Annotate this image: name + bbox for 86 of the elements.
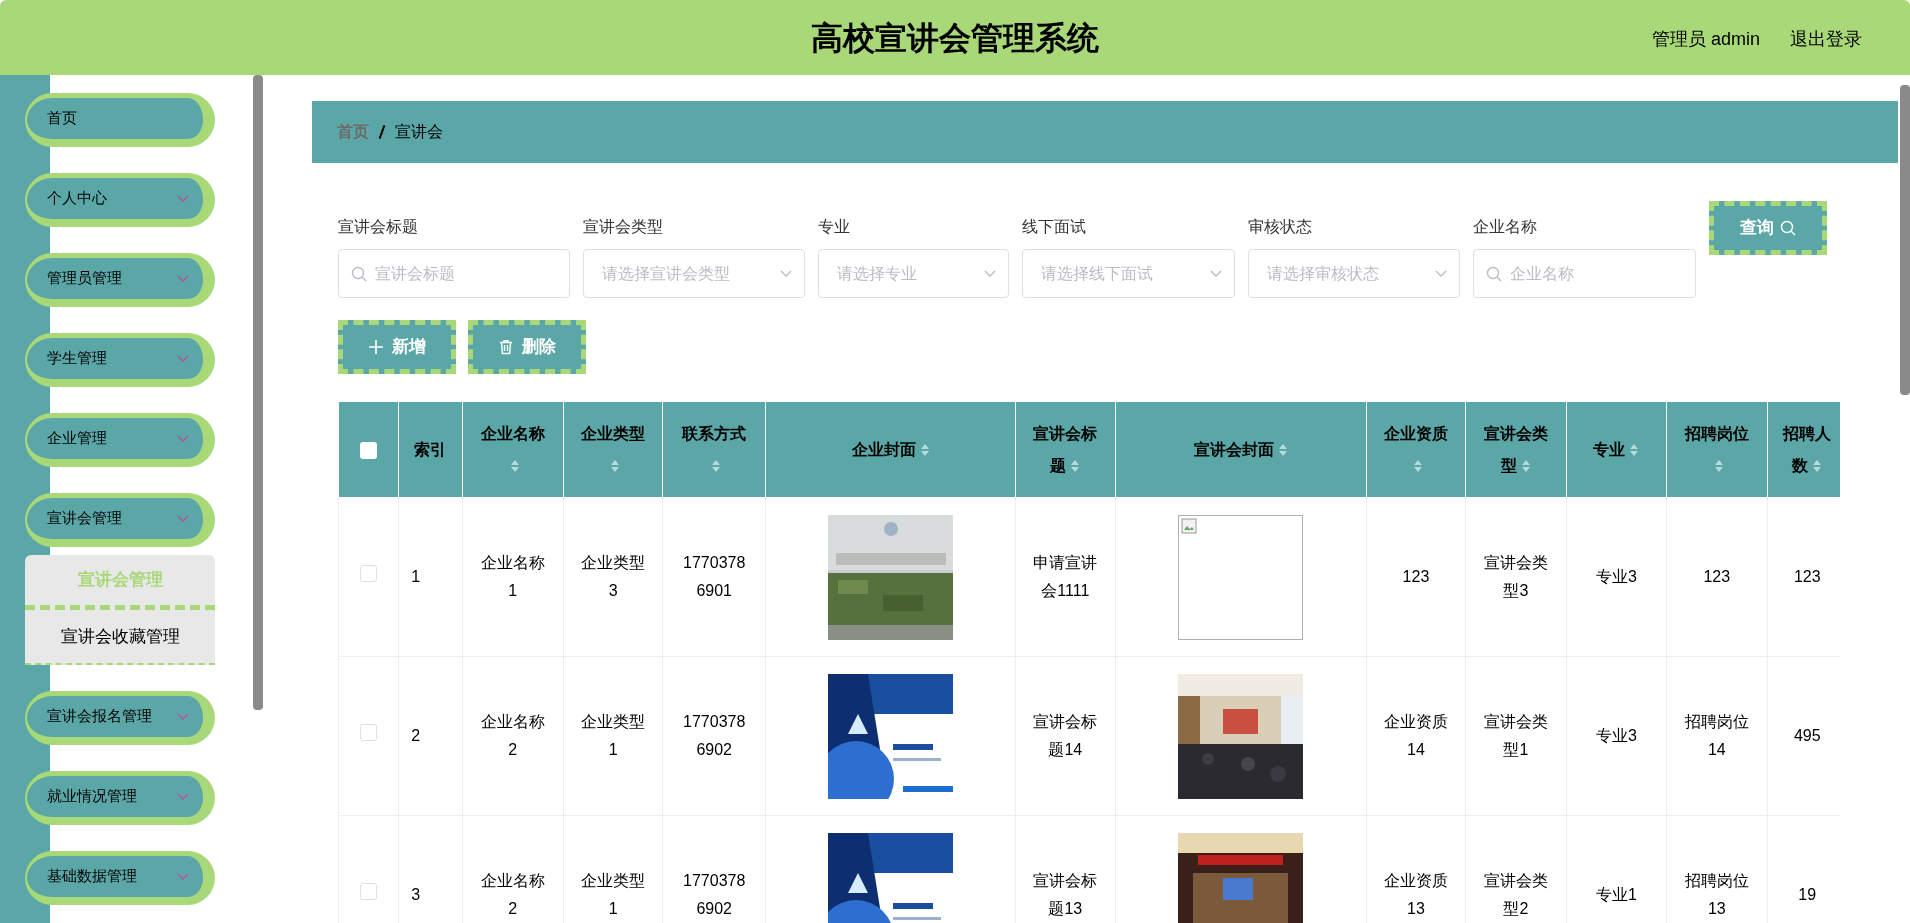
menu-item[interactable]: 就业情况管理 bbox=[25, 771, 215, 825]
sort-icon[interactable] bbox=[509, 459, 520, 474]
column-header[interactable]: 宣讲会类型 bbox=[1465, 401, 1567, 498]
checkbox[interactable] bbox=[360, 565, 378, 582]
field-label: 线下面试 bbox=[1022, 217, 1087, 237]
scrollbar[interactable] bbox=[253, 75, 263, 710]
table-cell: 17703786902 bbox=[662, 656, 766, 816]
sort-icon[interactable] bbox=[1629, 443, 1640, 458]
app-title: 高校宣讲会管理系统 bbox=[811, 18, 1099, 58]
user-label: 管理员 admin bbox=[1651, 28, 1760, 51]
chevron-icon bbox=[177, 354, 189, 363]
column-header[interactable]: 宣讲会封面 bbox=[1115, 401, 1367, 498]
table-cell: 企业名称1 bbox=[462, 497, 564, 657]
menu-item[interactable]: 宣讲会报名管理 bbox=[25, 691, 215, 745]
sort-icon[interactable] bbox=[1412, 459, 1423, 474]
search-icon bbox=[351, 265, 367, 282]
chevron-icon bbox=[780, 269, 792, 278]
trash-icon bbox=[498, 339, 514, 355]
chevron-icon bbox=[177, 274, 189, 283]
table-cell: 宣讲会标题14 bbox=[1015, 656, 1116, 816]
chevron-icon bbox=[984, 269, 996, 278]
table-cell: 企业类型1 bbox=[563, 656, 663, 816]
sort-icon[interactable] bbox=[610, 459, 621, 474]
table-cell: 1 bbox=[398, 497, 463, 657]
field-label: 专业 bbox=[818, 217, 851, 237]
chevron-icon bbox=[177, 434, 189, 443]
column-header: 索引 bbox=[398, 401, 463, 498]
menu-item[interactable]: 个人中心 bbox=[25, 173, 215, 227]
column-header[interactable]: 专业 bbox=[1566, 401, 1667, 498]
chevron-icon bbox=[177, 514, 189, 523]
chevron-icon bbox=[177, 712, 189, 721]
table-cell: 宣讲会类型3 bbox=[1465, 497, 1567, 657]
chevron-icon bbox=[1210, 269, 1222, 278]
sort-icon[interactable] bbox=[1812, 459, 1823, 474]
field-label: 审核状态 bbox=[1248, 217, 1313, 237]
submenu-item[interactable]: 宣讲会收藏管理 bbox=[25, 610, 215, 665]
table-cell: 宣讲会类型1 bbox=[1465, 656, 1567, 816]
breadcrumb-item: 宣讲会 bbox=[395, 122, 443, 142]
chevron-icon bbox=[177, 194, 189, 203]
sort-icon[interactable] bbox=[1277, 443, 1288, 458]
chevron-icon bbox=[1435, 269, 1447, 278]
scrollbar[interactable] bbox=[1900, 85, 1910, 395]
chevron-icon bbox=[177, 792, 189, 801]
column-header[interactable]: 企业名称 bbox=[462, 401, 564, 498]
column-header[interactable]: 宣讲会标题 bbox=[1015, 401, 1116, 498]
column-header[interactable]: 企业资质 bbox=[1366, 401, 1466, 498]
breadcrumb-separator bbox=[378, 125, 386, 139]
table-cell: 企业类型3 bbox=[563, 497, 663, 657]
field-label: 企业名称 bbox=[1473, 217, 1538, 237]
column-header[interactable]: 联系方式 bbox=[662, 401, 766, 498]
table-cell: 招聘岗位14 bbox=[1666, 656, 1767, 816]
field-label: 宣讲会类型 bbox=[583, 217, 664, 237]
sort-icon[interactable] bbox=[711, 459, 722, 474]
broken-image-icon bbox=[1181, 517, 1198, 534]
table-cell: 17703786901 bbox=[662, 497, 766, 657]
table-cell: 专业3 bbox=[1566, 656, 1667, 816]
search-icon bbox=[1486, 265, 1502, 282]
logout-link[interactable]: 退出登录 bbox=[1790, 26, 1862, 53]
table-cell: 2 bbox=[398, 656, 463, 816]
menu-item[interactable]: 宣讲会管理 bbox=[25, 493, 215, 547]
plus-icon bbox=[368, 339, 384, 355]
column-header[interactable]: 招聘岗位 bbox=[1666, 401, 1767, 498]
chevron-icon bbox=[177, 872, 189, 881]
table-cell: 申请宣讲会1111 bbox=[1015, 497, 1116, 657]
table-cell: 123 bbox=[1666, 497, 1767, 657]
menu-item[interactable]: 基础数据管理 bbox=[25, 851, 215, 905]
menu-item[interactable]: 管理员管理 bbox=[25, 253, 215, 307]
sort-icon[interactable] bbox=[1070, 459, 1081, 474]
column-header[interactable]: 招聘人数 bbox=[1767, 401, 1840, 498]
column-header[interactable]: 企业类型 bbox=[563, 401, 663, 498]
menu-item[interactable]: 学生管理 bbox=[25, 333, 215, 387]
table-cell: 企业名称2 bbox=[462, 656, 564, 816]
checkbox[interactable] bbox=[360, 883, 378, 900]
column-header[interactable]: 企业封面 bbox=[765, 401, 1016, 498]
sort-icon[interactable] bbox=[919, 443, 930, 458]
field-label: 宣讲会标题 bbox=[338, 217, 419, 237]
search-icon bbox=[1780, 220, 1796, 236]
checkbox[interactable] bbox=[360, 441, 378, 459]
sort-icon[interactable] bbox=[1520, 459, 1531, 474]
table-cell: 123 bbox=[1366, 497, 1466, 657]
menu-item[interactable]: 首页 bbox=[25, 93, 215, 147]
table-cell: 企业资质14 bbox=[1366, 656, 1466, 816]
checkbox[interactable] bbox=[360, 724, 378, 741]
table-cell: 专业3 bbox=[1566, 497, 1667, 657]
menu-item[interactable]: 企业管理 bbox=[25, 413, 215, 467]
sort-icon[interactable] bbox=[1713, 459, 1724, 474]
